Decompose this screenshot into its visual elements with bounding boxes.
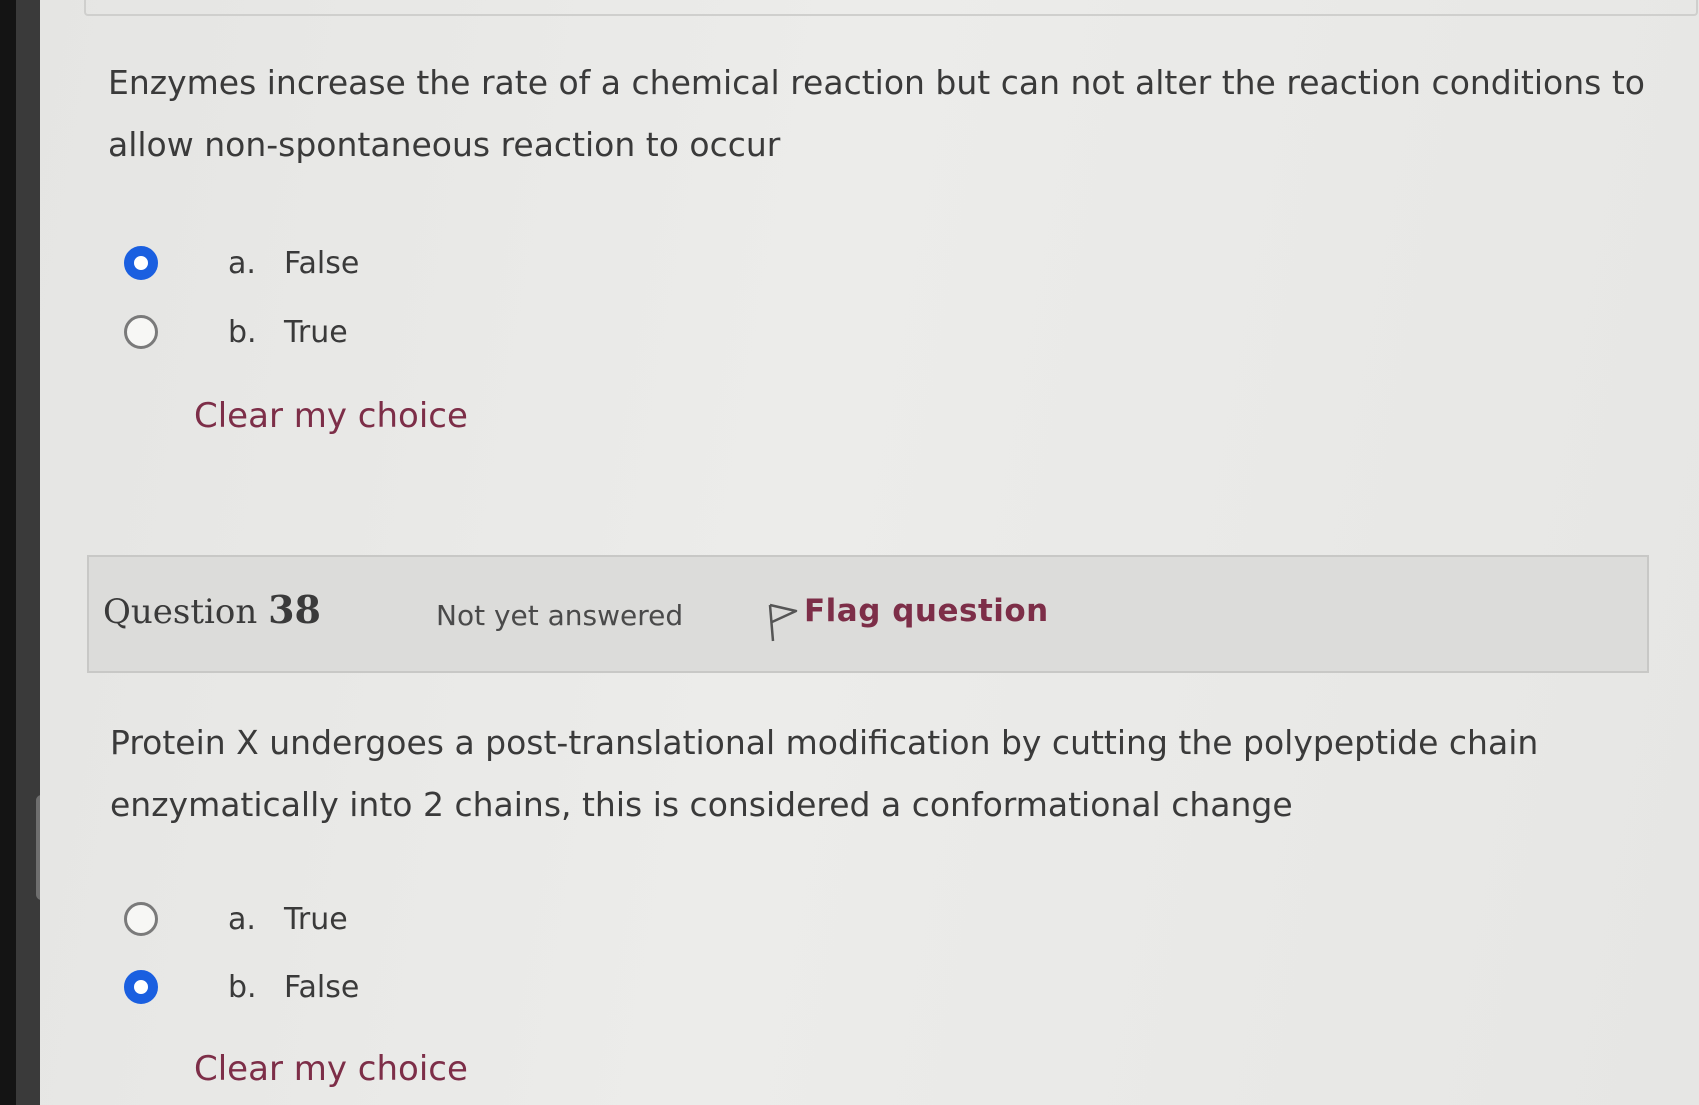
question-38-header: Question 38 Not yet answered Flag questi… [87, 555, 1649, 673]
option-label[interactable]: False [284, 970, 359, 1005]
option-letter: a. [228, 901, 256, 937]
q37-radio-b[interactable] [124, 315, 158, 349]
q38-option-b[interactable]: b. False [124, 962, 359, 1012]
q37-clear-choice-link[interactable]: Clear my choice [194, 396, 468, 436]
q38-radio-a[interactable] [124, 902, 158, 936]
answer-status: Not yet answered [436, 599, 684, 632]
option-letter: b. [228, 969, 257, 1005]
option-label[interactable]: True [284, 902, 348, 937]
q38-clear-choice-link[interactable]: Clear my choice [194, 1049, 468, 1089]
flag-question-button[interactable]: Flag question [766, 593, 1049, 643]
q37-option-b[interactable]: b. True [124, 307, 348, 357]
question-38-text: Protein X undergoes a post-translational… [110, 723, 1539, 824]
q38-radio-b[interactable] [124, 970, 158, 1004]
scrollbar-track[interactable] [16, 0, 47, 1105]
q37-radio-a[interactable] [124, 246, 158, 280]
option-letter: b. [228, 314, 257, 350]
flag-question-label[interactable]: Flag question [804, 593, 1049, 629]
flag-outline-icon[interactable] [766, 601, 798, 643]
question-number: 38 [268, 587, 321, 632]
option-label[interactable]: False [284, 246, 359, 281]
question-number-label: Question 38 [103, 587, 321, 632]
device-bezel [0, 0, 16, 1105]
option-label[interactable]: True [284, 315, 348, 350]
option-letter: a. [228, 245, 256, 281]
q38-option-a[interactable]: a. True [124, 894, 348, 944]
q37-option-a[interactable]: a. False [124, 238, 359, 288]
quiz-page: Enzymes increase the rate of a chemical … [40, 0, 1699, 1105]
previous-question-box [84, 0, 1698, 16]
question-37-text: Enzymes increase the rate of a chemical … [108, 63, 1645, 164]
question-word: Question [103, 592, 258, 632]
